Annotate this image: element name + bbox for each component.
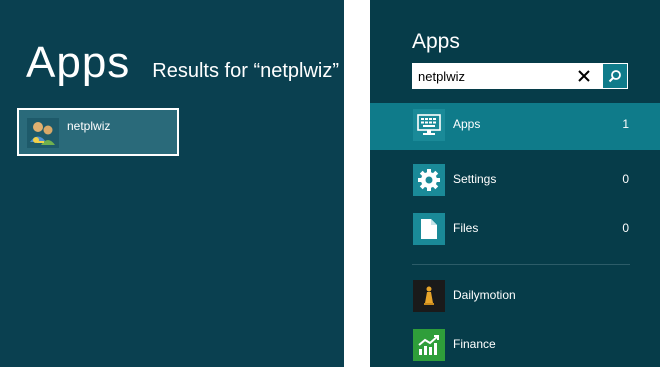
results-heading: Apps Results for “netplwiz”	[26, 38, 339, 88]
results-title: Apps	[26, 38, 131, 87]
search-box	[412, 63, 628, 89]
clear-search-button[interactable]	[572, 64, 596, 88]
app-dailymotion[interactable]: Dailymotion	[370, 278, 660, 324]
file-icon	[413, 213, 445, 245]
result-tile-netplwiz[interactable]: netplwiz	[17, 108, 179, 156]
gear-icon	[413, 164, 445, 196]
scope-settings[interactable]: Settings 0	[370, 158, 660, 205]
pane-divider	[344, 0, 370, 367]
scope-apps[interactable]: Apps 1	[370, 103, 660, 150]
search-charm: Apps A	[370, 0, 660, 367]
search-results-pane: Apps Results for “netplwiz” netplwiz	[0, 0, 344, 367]
app-finance[interactable]: Finance	[370, 327, 660, 367]
app-label: Finance	[453, 337, 496, 351]
scope-label: Apps	[453, 117, 481, 131]
scope-label: Files	[453, 221, 479, 235]
section-separator	[412, 264, 630, 265]
charm-title: Apps	[412, 30, 460, 53]
users-icon	[27, 118, 59, 148]
close-icon	[578, 70, 590, 82]
scope-count: 0	[622, 172, 629, 186]
app-label: Dailymotion	[453, 288, 516, 302]
search-input[interactable]	[412, 63, 572, 89]
results-subtitle: Results for “netplwiz”	[152, 60, 340, 82]
scope-count: 0	[622, 221, 629, 235]
search-button[interactable]	[603, 64, 627, 88]
search-icon	[608, 70, 621, 83]
result-label: netplwiz	[67, 119, 111, 133]
scope-count: 1	[622, 117, 629, 131]
scope-label: Settings	[453, 172, 497, 186]
scope-files[interactable]: Files 0	[370, 207, 660, 254]
finance-chart-icon	[413, 329, 445, 361]
keyboard-monitor-icon	[413, 109, 445, 141]
dailymotion-icon	[413, 280, 445, 312]
